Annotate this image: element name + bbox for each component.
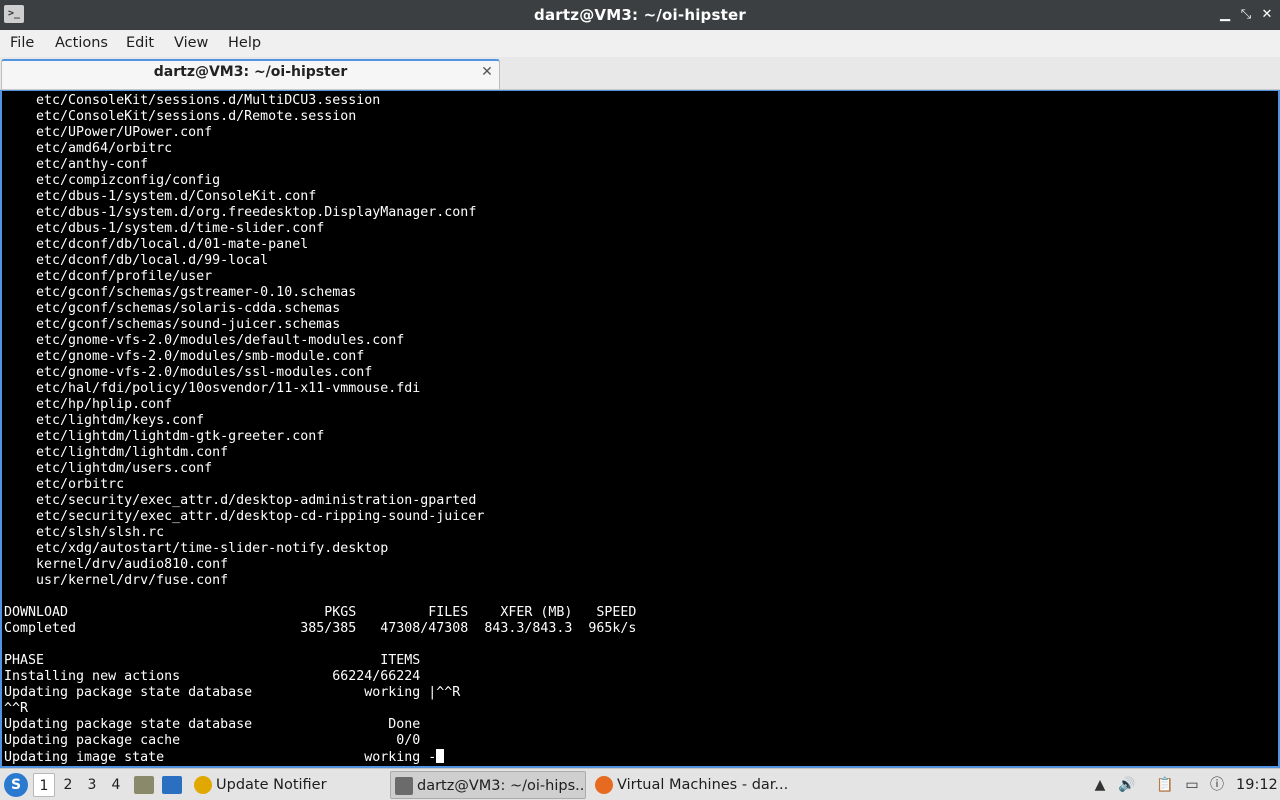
menu-bar: File Actions Edit View Help [0,30,1280,57]
clipboard-icon[interactable]: 📋 [1155,775,1175,795]
terminal-line: Completed 385/385 47308/47308 843.3/843.… [4,621,637,636]
network-icon[interactable]: ▭ [1182,775,1202,795]
volume-icon[interactable]: 🔊 [1117,775,1137,795]
window-title: dartz@VM3: ~/oi-hipster [534,6,746,24]
task-label: Update Notifier [216,777,327,793]
task-terminal[interactable]: dartz@VM3: ~/oi-hips... [390,771,586,799]
terminal-line: Updating package cache 0/0 [4,733,421,748]
terminal-line: etc/amd64/orbitrc [4,141,173,156]
tray-expand-icon[interactable]: ▲ [1090,775,1110,795]
taskbar: S 1 2 3 4 Update Notifier dartz@VM3: ~/o… [0,768,1280,800]
terminal-line: etc/dconf/profile/user [4,269,213,284]
task-label: Virtual Machines - dar... [617,777,787,793]
notification-icon[interactable]: ⓘ [1207,775,1227,795]
desktop-1[interactable]: 1 [33,773,55,797]
tab-bar: dartz@VM3: ~/oi-hipster ✕ [0,57,1280,90]
clock[interactable]: 19:12 [1236,769,1278,800]
terminal-line: Updating package state database Done [4,717,421,732]
terminal-line: etc/dconf/db/local.d/99-local [4,253,269,268]
terminal-line: etc/lightdm/keys.conf [4,413,205,428]
terminal-line: etc/gnome-vfs-2.0/modules/ssl-modules.co… [4,365,373,380]
tab-close-icon[interactable]: ✕ [479,64,495,80]
terminal-line: etc/anthy-conf [4,157,149,172]
window-titlebar: >_ dartz@VM3: ~/oi-hipster ▁ ⤡ ✕ [0,0,1280,30]
terminal-line: etc/lightdm/lightdm-gtk-greeter.conf [4,429,325,444]
task-label: dartz@VM3: ~/oi-hips... [417,778,586,794]
terminal-line: Installing new actions 66224/66224 [4,669,421,684]
task-virtual-machines[interactable]: Virtual Machines - dar... [591,771,787,799]
terminal-line: etc/lightdm/lightdm.conf [4,445,229,460]
terminal-line: etc/security/exec_attr.d/desktop-adminis… [4,493,477,508]
terminal-line: etc/ConsoleKit/sessions.d/Remote.session [4,109,357,124]
terminal-line: etc/dbus-1/system.d/time-slider.conf [4,221,325,236]
terminal-cursor [436,749,445,763]
menu-help[interactable]: Help [227,30,262,57]
terminal-icon [395,777,413,795]
tab-label: dartz@VM3: ~/oi-hipster [153,64,348,80]
update-notifier-icon [194,776,212,794]
terminal-line: etc/security/exec_attr.d/desktop-cd-ripp… [4,509,485,524]
terminal-line: ^^R [4,701,29,716]
show-desktop-icon[interactable] [162,776,182,794]
terminal-line: etc/compizconfig/config [4,173,221,188]
maximize-icon[interactable]: ⤡ [1237,6,1255,24]
terminal-line: etc/orbitrc [4,477,125,492]
tab-terminal[interactable]: dartz@VM3: ~/oi-hipster ✕ [1,59,500,89]
desktop-4[interactable]: 4 [105,773,127,797]
menu-actions[interactable]: Actions [54,30,109,57]
terminal-line: etc/hp/hplip.conf [4,397,173,412]
terminal-line: etc/gnome-vfs-2.0/modules/smb-module.con… [4,349,365,364]
task-update-notifier[interactable]: Update Notifier [190,771,386,799]
minimize-icon[interactable]: ▁ [1216,6,1234,24]
terminal-line: DOWNLOAD PKGS FILES XFER (MB) SPEED [4,605,637,620]
close-icon[interactable]: ✕ [1258,6,1276,24]
terminal-output: etc/ConsoleKit/sessions.d/MultiDCU3.sess… [4,93,636,765]
terminal-line: etc/hal/fdi/policy/10osvendor/11-x11-vmm… [4,381,421,396]
menu-file[interactable]: File [9,30,35,57]
terminal-view[interactable]: etc/ConsoleKit/sessions.d/MultiDCU3.sess… [0,90,1280,768]
terminal-line: etc/lightdm/users.conf [4,461,213,476]
terminal-line: etc/ConsoleKit/sessions.d/MultiDCU3.sess… [4,93,381,108]
file-manager-launcher-icon[interactable] [134,776,154,794]
terminal-line: etc/gnome-vfs-2.0/modules/default-module… [4,333,405,348]
desktop-3[interactable]: 3 [81,773,103,797]
terminal-line: Updating package state database working … [4,685,461,700]
terminal-line: PHASE ITEMS [4,653,421,668]
terminal-line: usr/kernel/drv/fuse.conf [4,573,229,588]
desktop-2[interactable]: 2 [57,773,79,797]
start-menu-icon[interactable]: S [4,773,28,797]
terminal-line: etc/dbus-1/system.d/org.freedesktop.Disp… [4,205,477,220]
menu-edit[interactable]: Edit [125,30,155,57]
terminal-line: etc/gconf/schemas/gstreamer-0.10.schemas [4,285,357,300]
terminal-line: etc/slsh/slsh.rc [4,525,165,540]
terminal-line: Updating image state working - [4,749,636,765]
firefox-icon [595,776,613,794]
terminal-line: etc/gconf/schemas/solaris-cdda.schemas [4,301,341,316]
terminal-line: etc/UPower/UPower.conf [4,125,213,140]
menu-view[interactable]: View [173,30,209,57]
terminal-line: etc/dbus-1/system.d/ConsoleKit.conf [4,189,317,204]
terminal-line: kernel/drv/audio810.conf [4,557,229,572]
terminal-line: etc/dconf/db/local.d/01-mate-panel [4,237,309,252]
terminal-line: etc/gconf/schemas/sound-juicer.schemas [4,317,341,332]
terminal-line: etc/xdg/autostart/time-slider-notify.des… [4,541,389,556]
